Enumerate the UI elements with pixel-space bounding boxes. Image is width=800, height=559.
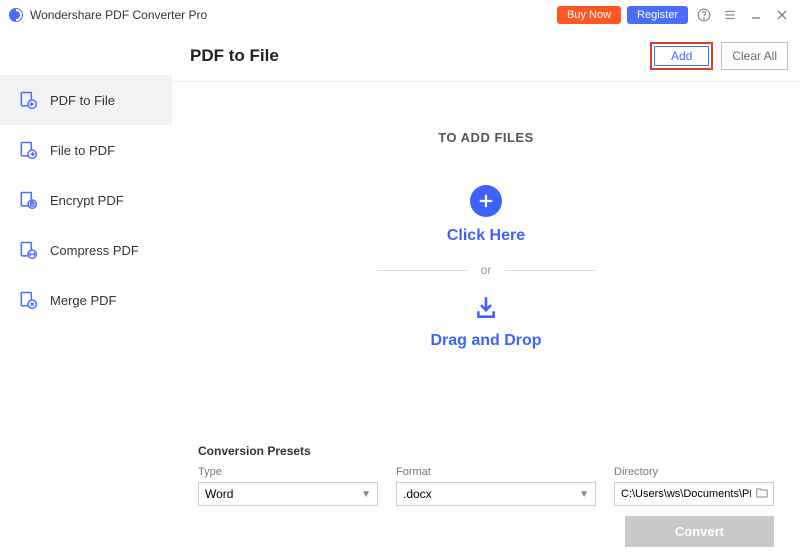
format-value: .docx: [403, 487, 432, 501]
sidebar-item-label: Merge PDF: [50, 293, 116, 308]
or-text: or: [481, 263, 492, 277]
sidebar-item-label: PDF to File: [50, 93, 115, 108]
directory-input[interactable]: C:\Users\ws\Documents\PDFConvert: [614, 482, 774, 506]
click-here-link[interactable]: Click Here: [447, 227, 525, 245]
add-button[interactable]: Add: [654, 46, 709, 66]
sidebar-item-merge-pdf[interactable]: Merge PDF: [0, 275, 172, 325]
minimize-icon[interactable]: [746, 5, 766, 25]
download-icon: [473, 295, 499, 326]
app-logo-icon: [8, 7, 24, 23]
conversion-presets: Conversion Presets Type Word ▼ Format .d…: [172, 434, 800, 559]
pdf-to-file-icon: [18, 90, 38, 110]
sidebar-item-compress-pdf[interactable]: Compress PDF: [0, 225, 172, 275]
format-field: Format .docx ▼: [396, 466, 596, 506]
close-icon[interactable]: [772, 5, 792, 25]
titlebar: Wondershare PDF Converter Pro Buy Now Re…: [0, 0, 800, 30]
directory-field: Directory C:\Users\ws\Documents\PDFConve…: [614, 466, 774, 506]
help-icon[interactable]: [694, 5, 714, 25]
drag-and-drop-label[interactable]: Drag and Drop: [430, 332, 541, 350]
drop-zone[interactable]: TO ADD FILES Click Here or Drag and Drop…: [172, 82, 800, 559]
page-title: PDF to File: [190, 46, 279, 66]
type-field: Type Word ▼: [198, 466, 378, 506]
convert-button[interactable]: Convert: [625, 516, 774, 547]
format-label: Format: [396, 466, 596, 478]
sidebar-item-encrypt-pdf[interactable]: Encrypt PDF: [0, 175, 172, 225]
merge-pdf-icon: [18, 290, 38, 310]
menu-icon[interactable]: [720, 5, 740, 25]
chevron-down-icon: ▼: [579, 489, 589, 500]
buy-now-button[interactable]: Buy Now: [557, 6, 621, 24]
sidebar: PDF to File File to PDF Encrypt PDF Comp…: [0, 30, 172, 559]
type-label: Type: [198, 466, 378, 478]
app-title-group: Wondershare PDF Converter Pro: [8, 7, 207, 23]
divider-line-left: [377, 270, 467, 271]
header-actions: Add Clear All: [650, 42, 788, 70]
page-header: PDF to File Add Clear All: [172, 30, 800, 82]
titlebar-actions: Buy Now Register: [557, 5, 792, 25]
register-button[interactable]: Register: [627, 6, 688, 24]
divider-line-right: [505, 270, 595, 271]
add-button-highlight: Add: [650, 42, 713, 70]
sidebar-item-pdf-to-file[interactable]: PDF to File: [0, 75, 172, 125]
sidebar-item-label: Compress PDF: [50, 243, 139, 258]
main-panel: PDF to File Add Clear All TO ADD FILES C…: [172, 30, 800, 559]
compress-pdf-icon: [18, 240, 38, 260]
chevron-down-icon: ▼: [361, 489, 371, 500]
sidebar-item-file-to-pdf[interactable]: File to PDF: [0, 125, 172, 175]
app-title: Wondershare PDF Converter Pro: [30, 8, 207, 22]
clear-all-button[interactable]: Clear All: [721, 42, 788, 70]
add-files-plus-button[interactable]: [470, 185, 502, 217]
folder-icon[interactable]: [755, 486, 769, 503]
format-combobox[interactable]: .docx ▼: [396, 482, 596, 506]
directory-label: Directory: [614, 466, 774, 478]
sidebar-item-label: File to PDF: [50, 143, 115, 158]
directory-value: C:\Users\ws\Documents\PDFConvert: [621, 488, 751, 500]
type-value: Word: [205, 487, 233, 501]
or-divider: or: [377, 263, 596, 277]
type-combobox[interactable]: Word ▼: [198, 482, 378, 506]
sidebar-item-label: Encrypt PDF: [50, 193, 124, 208]
file-to-pdf-icon: [18, 140, 38, 160]
to-add-files-label: TO ADD FILES: [438, 130, 534, 145]
encrypt-pdf-icon: [18, 190, 38, 210]
presets-title: Conversion Presets: [198, 444, 774, 458]
